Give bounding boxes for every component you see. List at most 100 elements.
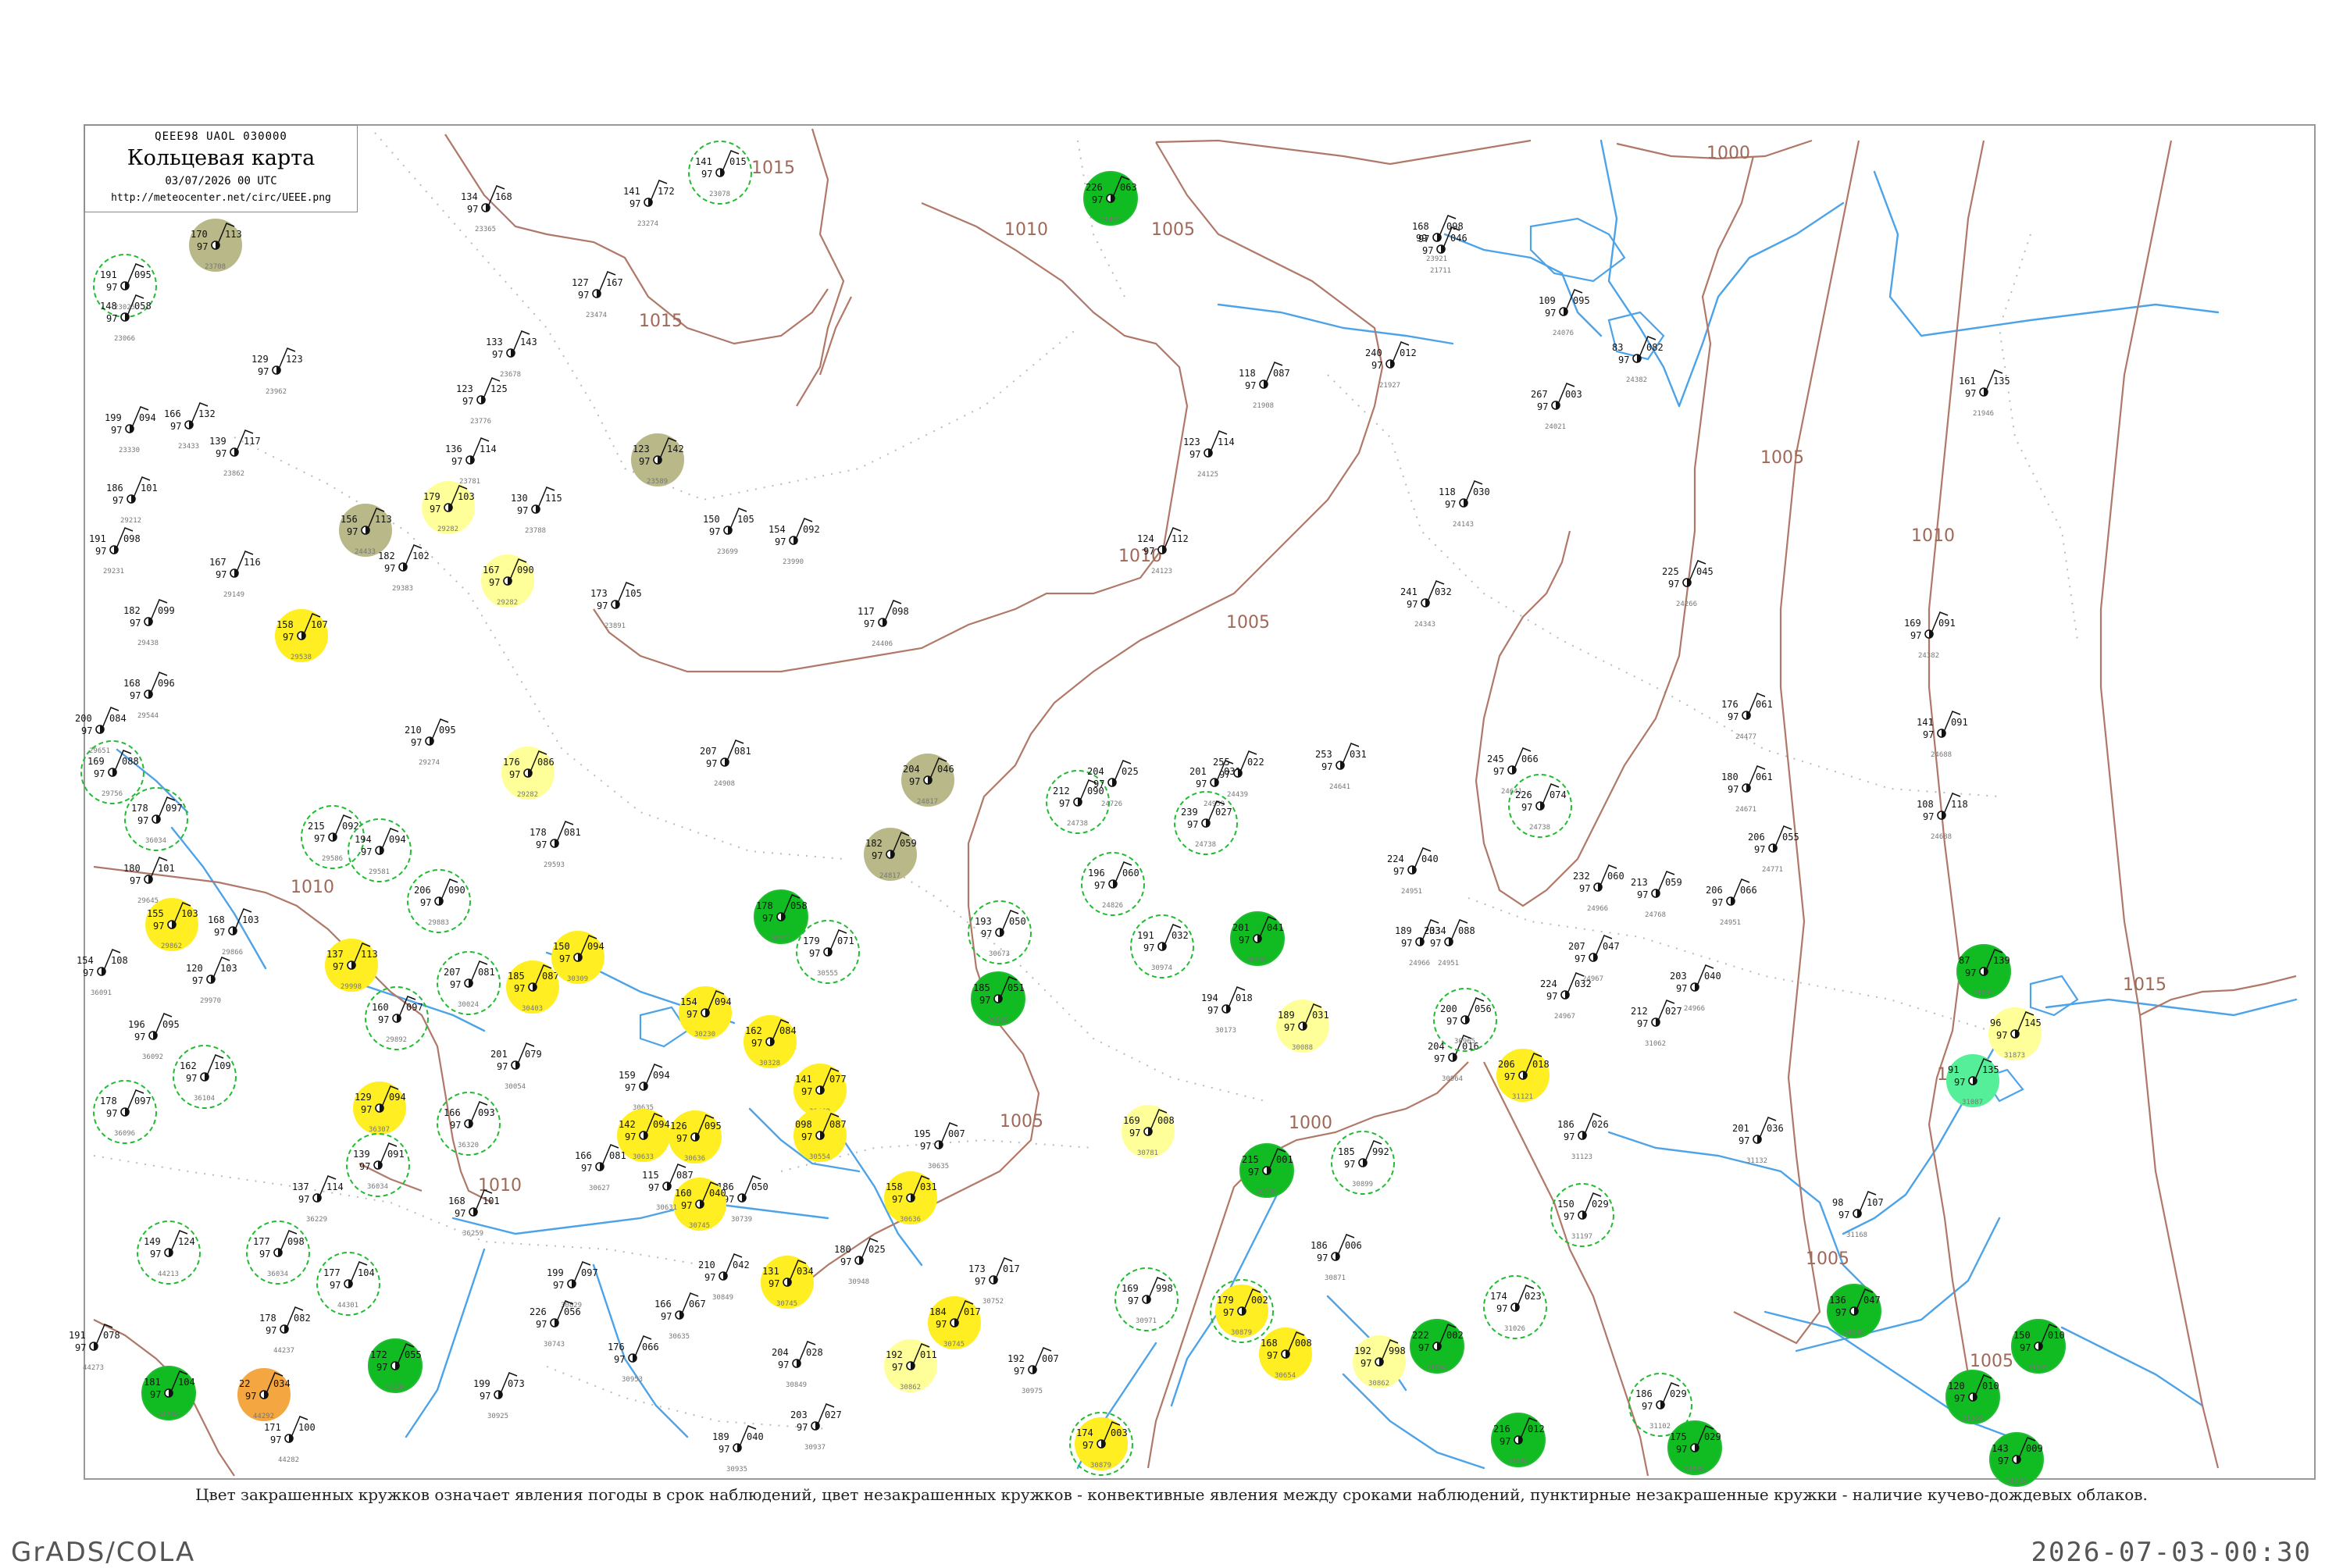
station-index: 29383	[392, 585, 413, 593]
station-plot: 169 008 97 30781	[1122, 1105, 1175, 1158]
pressure-value: 094	[587, 941, 604, 952]
station-index: 31535	[2027, 1364, 2049, 1372]
dew-point: 97	[1143, 546, 1154, 557]
station-index: 31102	[1649, 1423, 1671, 1431]
dew-point: 97	[1187, 819, 1198, 830]
air-temperature: 118	[1439, 486, 1456, 497]
air-temperature: 154	[77, 955, 94, 966]
pressure-value: 063	[1120, 182, 1137, 193]
station-index: 31026	[1504, 1325, 1525, 1333]
station-index: 36034	[367, 1183, 388, 1191]
station-index: 30937	[804, 1444, 826, 1452]
station-index: 30554	[809, 1153, 830, 1161]
station-index: 23990	[783, 558, 804, 566]
air-temperature: 139	[353, 1149, 370, 1160]
pressure-value: 084	[109, 713, 127, 724]
station-index: 30654	[1275, 1372, 1296, 1380]
air-temperature: 177	[323, 1267, 341, 1278]
station-plot: 129 094 97 36307	[353, 1082, 406, 1135]
pressure-value: 009	[2026, 1443, 2043, 1454]
dew-point: 97	[298, 1194, 309, 1205]
station-index: 21946	[1973, 410, 1994, 418]
station-plot: 206 018 97 31121	[1496, 1049, 1550, 1102]
station-index: 30935	[726, 1466, 747, 1474]
pressure-value: 015	[729, 156, 747, 167]
pressure-value: 060	[1607, 871, 1624, 882]
dew-point: 97	[81, 725, 92, 736]
pressure-value: 124	[178, 1236, 195, 1247]
dew-point: 97	[1676, 1444, 1687, 1455]
pressure-value: 096	[158, 678, 175, 689]
air-temperature: 141	[695, 156, 712, 167]
pressure-value: 091	[1938, 618, 1956, 629]
station-index: 29282	[497, 599, 518, 607]
pressure-value: 010	[2048, 1330, 2065, 1341]
pressure-value: 059	[1665, 877, 1682, 888]
pressure-value: 079	[525, 1049, 542, 1060]
dew-point: 97	[1401, 938, 1412, 949]
pressure-value: 088	[1458, 925, 1475, 936]
station-plot: 216 012 97 31004	[1491, 1413, 1546, 1467]
air-temperature: 186	[1311, 1240, 1328, 1251]
dew-point: 97	[1248, 1167, 1259, 1178]
station-index: 24406	[872, 640, 893, 648]
dew-point: 97	[1923, 811, 1934, 822]
isobar-label: 1005	[1806, 1249, 1849, 1269]
pressure-value: 031	[1312, 1010, 1329, 1021]
station-plot: 182 059 97 24817	[864, 828, 917, 881]
pressure-value: 117	[244, 436, 261, 447]
air-temperature: 129	[251, 354, 269, 365]
station-plot: 170 113 97 23708	[189, 219, 242, 272]
isobar-label: 1000	[1706, 144, 1750, 163]
air-temperature: 134	[461, 191, 478, 202]
station-index: 30752	[982, 1298, 1004, 1306]
dew-point: 97	[137, 815, 148, 826]
pressure-value: 114	[480, 444, 497, 454]
station-index: 24433	[355, 548, 376, 556]
station-index: 44273	[83, 1364, 104, 1372]
air-temperature: 168	[1261, 1338, 1278, 1349]
air-temperature: 189	[712, 1431, 729, 1442]
station-index: 29538	[291, 654, 312, 661]
station-index: 24688	[1931, 751, 1952, 759]
air-temperature: 185	[1338, 1146, 1355, 1157]
air-temperature: 189	[1395, 925, 1412, 936]
pressure-value: 107	[1867, 1197, 1884, 1208]
station-index: 29866	[222, 949, 243, 957]
air-temperature: 210	[405, 725, 422, 736]
pressure-value: 034	[273, 1378, 291, 1389]
pressure-value: 172	[658, 186, 675, 197]
dew-point: 97	[1207, 1005, 1218, 1016]
dew-point: 97	[578, 290, 589, 301]
air-temperature: 155	[147, 908, 164, 919]
dew-point: 97	[1430, 938, 1441, 949]
pressure-value: 008	[1295, 1338, 1312, 1349]
station-plot: 185 0879730403	[506, 960, 559, 1014]
station-index: 30964	[1442, 1075, 1463, 1083]
dew-point: 97	[981, 928, 992, 939]
station-index: 31087	[1962, 1099, 1983, 1107]
pressure-value: 168	[495, 191, 512, 202]
dew-point: 97	[170, 421, 181, 432]
station-plot: 098 087 97 30554	[793, 1109, 847, 1162]
render-timestamp: 2026-07-03-00:30	[2031, 1537, 2312, 1568]
air-temperature: 178	[756, 900, 773, 911]
pressure-value: 060	[1122, 868, 1139, 878]
pressure-value: 104	[178, 1377, 195, 1388]
station-index: 24688	[1931, 833, 1952, 841]
dew-point: 97	[1545, 308, 1556, 319]
air-temperature: 189	[1278, 1010, 1295, 1021]
station-index: 30631	[656, 1204, 677, 1212]
air-temperature: 098	[795, 1119, 812, 1130]
air-temperature: 186	[106, 483, 123, 494]
air-temperature: 141	[795, 1074, 812, 1085]
air-temperature: 203	[790, 1409, 808, 1420]
isobar-label: 1015	[751, 159, 795, 178]
pressure-value: 103	[242, 914, 259, 925]
station-index: 29645	[137, 897, 159, 905]
pressure-value: 081	[734, 746, 751, 757]
pressure-value: 066	[1740, 885, 1757, 896]
station-index: 44237	[273, 1347, 294, 1355]
dew-point: 97	[411, 737, 422, 748]
air-temperature: 201	[490, 1049, 508, 1060]
